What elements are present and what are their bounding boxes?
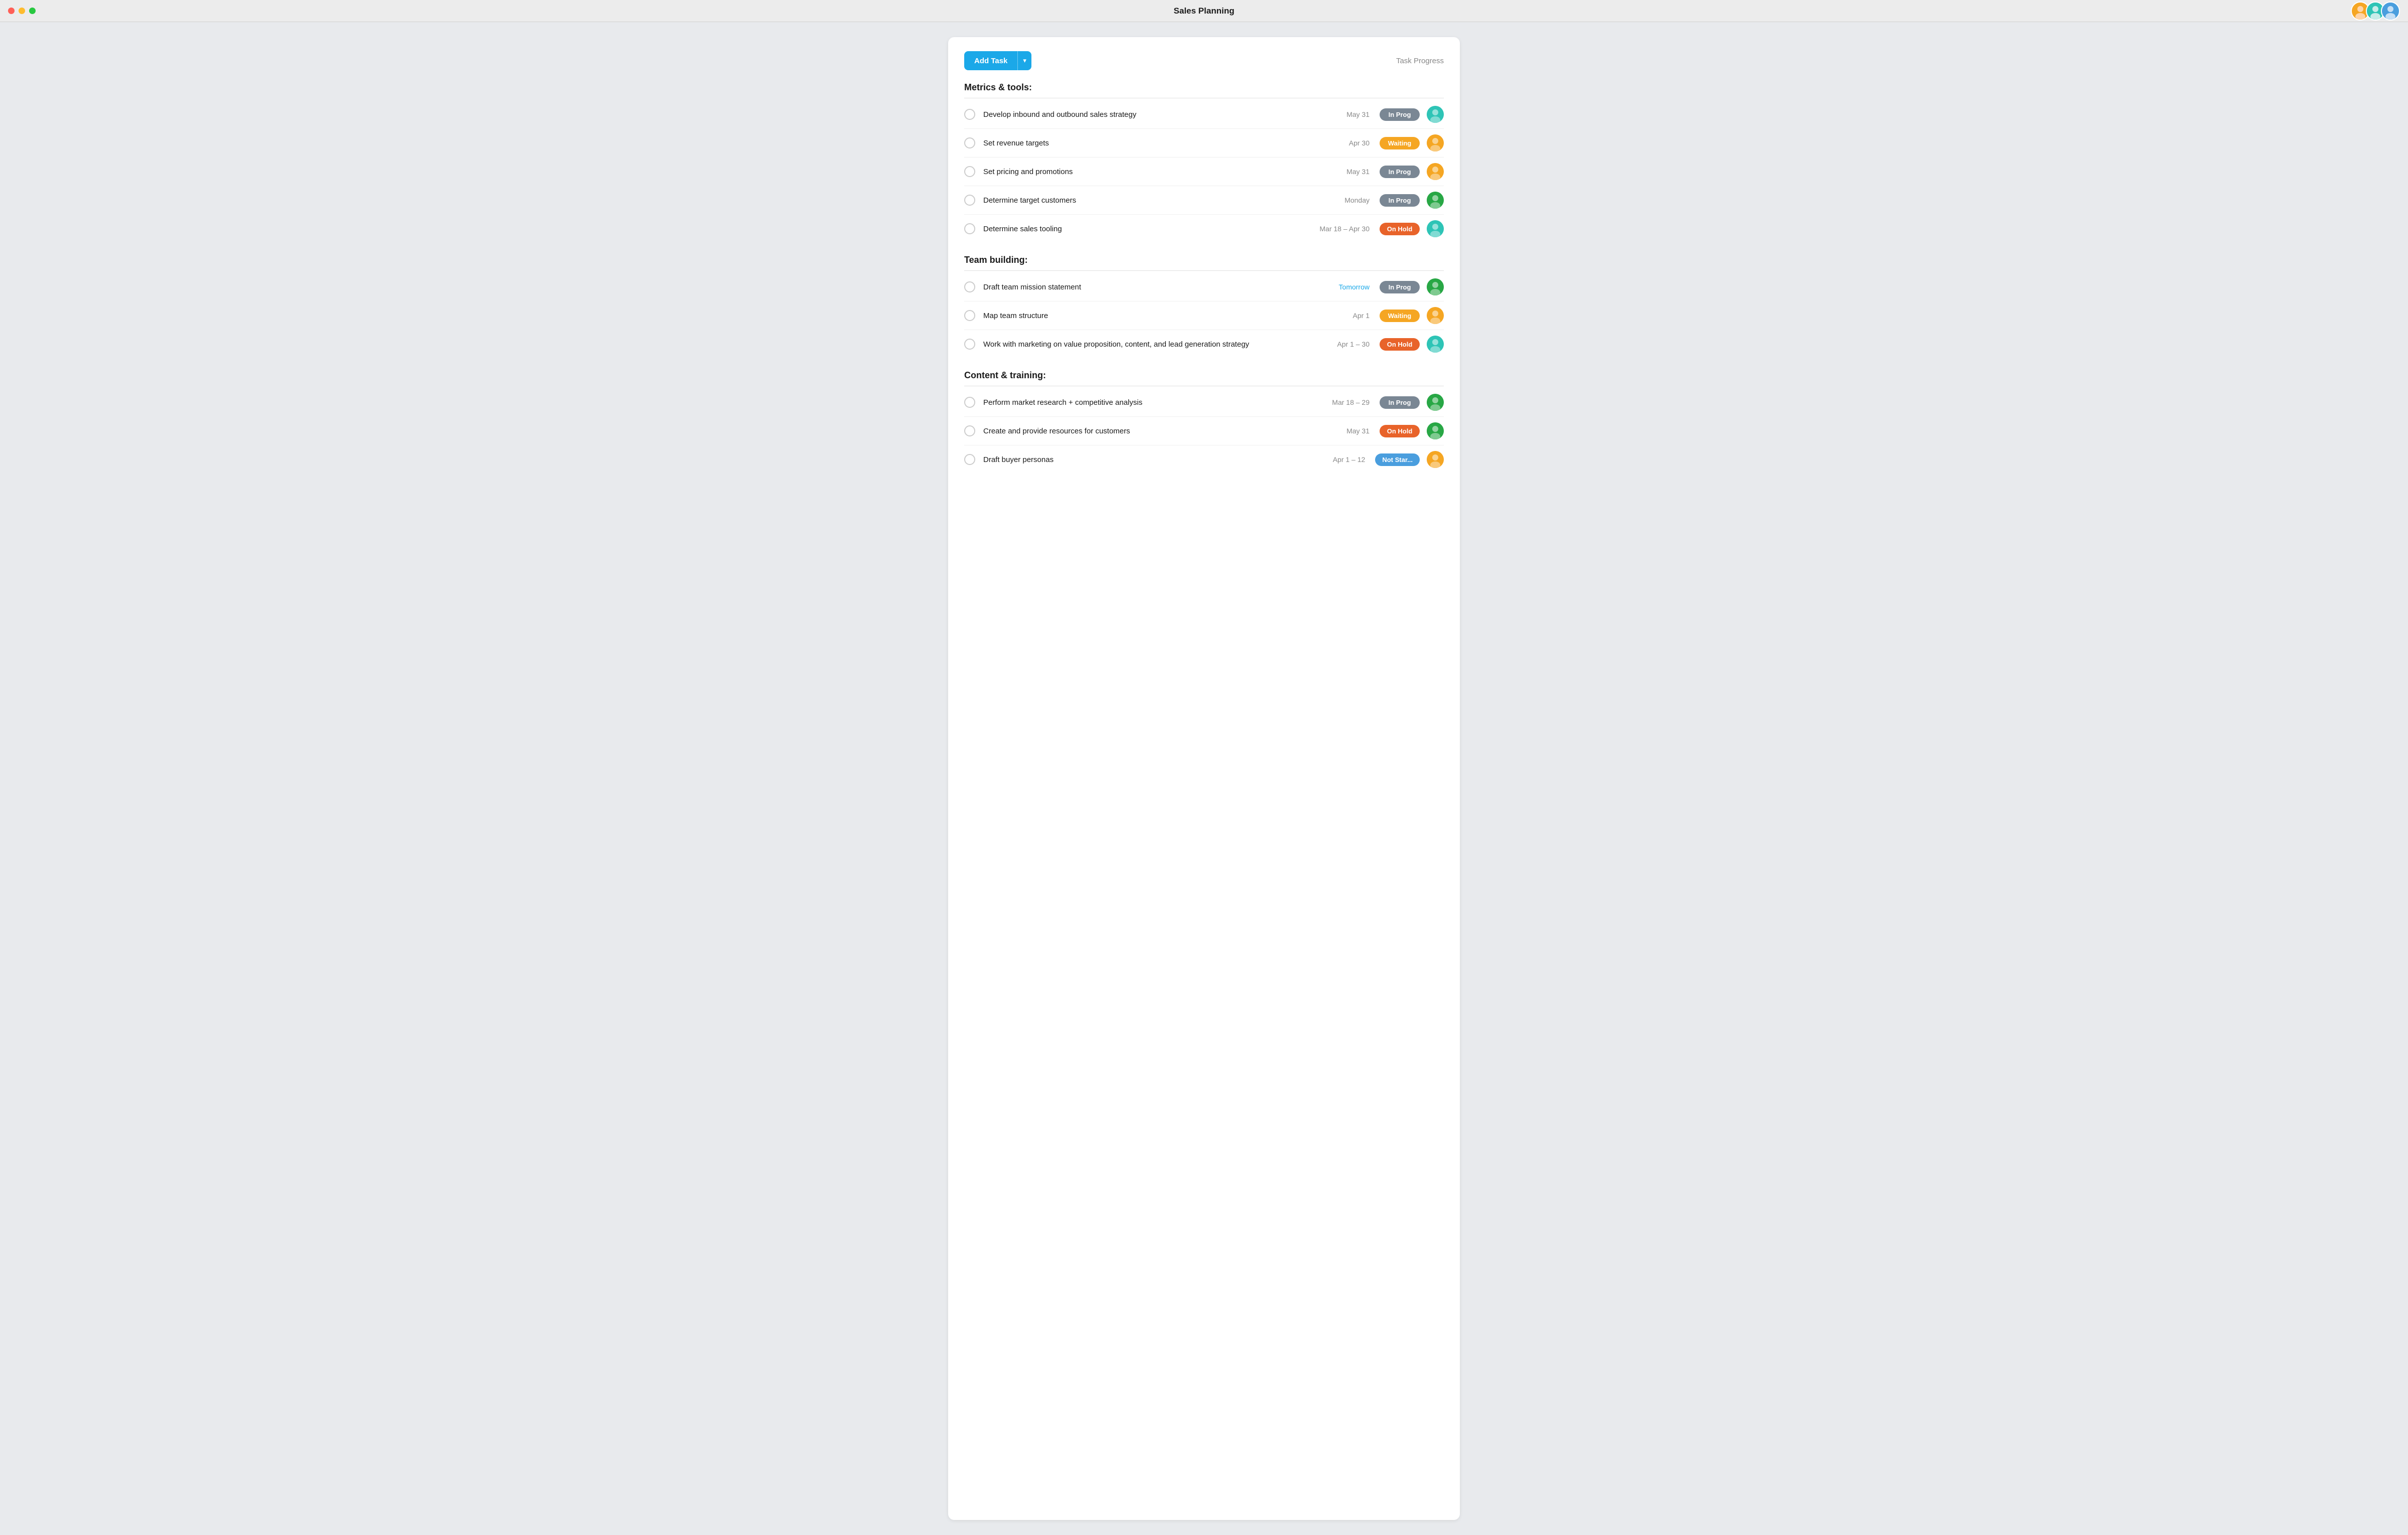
status-badge: In Prog — [1380, 108, 1420, 121]
task-date: Mar 18 – Apr 30 — [1314, 225, 1370, 233]
task-row: Set revenue targetsApr 30 Waiting — [964, 129, 1444, 158]
add-task-group[interactable]: Add Task ▾ — [964, 51, 1031, 70]
avatar — [1427, 134, 1444, 151]
task-name: Perform market research + competitive an… — [983, 398, 1314, 407]
section-content: Content & training: Perform market resear… — [964, 370, 1444, 474]
task-date: Apr 1 — [1314, 312, 1370, 320]
sections-container: Metrics & tools: Develop inbound and outb… — [964, 82, 1444, 474]
task-date: May 31 — [1314, 168, 1370, 176]
avatar — [1427, 192, 1444, 209]
section-header-content: Content & training: — [964, 370, 1444, 386]
task-checkbox[interactable] — [964, 454, 975, 465]
task-date: May 31 — [1314, 427, 1370, 435]
traffic-lights — [8, 8, 36, 14]
page-title: Sales Planning — [1174, 6, 1235, 16]
task-name: Create and provide resources for custome… — [983, 427, 1314, 435]
add-task-button[interactable]: Add Task — [964, 51, 1017, 70]
add-task-dropdown-button[interactable]: ▾ — [1017, 51, 1031, 70]
task-row: Map team structureApr 1 Waiting — [964, 301, 1444, 330]
avatar — [1427, 106, 1444, 123]
task-row: Work with marketing on value proposition… — [964, 330, 1444, 358]
task-date: Apr 1 – 12 — [1310, 455, 1365, 464]
task-name: Map team structure — [983, 312, 1314, 320]
avatar-user-3[interactable] — [2381, 2, 2400, 21]
avatar — [1427, 163, 1444, 180]
section-header-teambuilding: Team building: — [964, 255, 1444, 271]
task-row: Perform market research + competitive an… — [964, 388, 1444, 417]
task-row: Develop inbound and outbound sales strat… — [964, 100, 1444, 129]
task-checkbox[interactable] — [964, 397, 975, 408]
task-name: Set pricing and promotions — [983, 168, 1314, 176]
task-date: Apr 1 – 30 — [1314, 340, 1370, 348]
task-row: Determine target customersMonday In Prog — [964, 186, 1444, 215]
status-badge: In Prog — [1380, 281, 1420, 293]
status-badge: On Hold — [1380, 338, 1420, 351]
task-row: Set pricing and promotionsMay 31 In Prog — [964, 158, 1444, 186]
task-checkbox[interactable] — [964, 281, 975, 292]
task-checkbox[interactable] — [964, 339, 975, 350]
task-date: May 31 — [1314, 110, 1370, 118]
task-checkbox[interactable] — [964, 109, 975, 120]
status-badge: On Hold — [1380, 223, 1420, 235]
status-badge: Not Star... — [1375, 453, 1420, 466]
section-metrics: Metrics & tools: Develop inbound and outb… — [964, 82, 1444, 243]
close-button[interactable] — [8, 8, 15, 14]
main-content: Add Task ▾ Task Progress Metrics & tools… — [0, 22, 2408, 1535]
section-teambuilding: Team building: Draft team mission stateme… — [964, 255, 1444, 358]
task-checkbox[interactable] — [964, 310, 975, 321]
task-checkbox[interactable] — [964, 166, 975, 177]
task-checkbox[interactable] — [964, 195, 975, 206]
status-badge: In Prog — [1380, 396, 1420, 409]
task-name: Draft team mission statement — [983, 283, 1314, 291]
title-bar: Sales Planning — [0, 0, 2408, 22]
avatar — [1427, 220, 1444, 237]
task-card: Add Task ▾ Task Progress Metrics & tools… — [948, 37, 1460, 1520]
task-checkbox[interactable] — [964, 223, 975, 234]
task-progress-label: Task Progress — [1396, 57, 1444, 65]
avatar — [1427, 278, 1444, 295]
task-name: Set revenue targets — [983, 139, 1314, 147]
status-badge: In Prog — [1380, 194, 1420, 207]
top-avatars — [2355, 2, 2400, 21]
task-name: Determine target customers — [983, 196, 1314, 205]
task-name: Work with marketing on value proposition… — [983, 340, 1314, 349]
task-date: Mar 18 – 29 — [1314, 398, 1370, 406]
task-date: Apr 30 — [1314, 139, 1370, 147]
avatar — [1427, 422, 1444, 439]
task-checkbox[interactable] — [964, 425, 975, 436]
avatar — [1427, 336, 1444, 353]
task-row: Draft buyer personasApr 1 – 12 Not Star..… — [964, 445, 1444, 474]
avatar — [1427, 307, 1444, 324]
task-date: Monday — [1314, 196, 1370, 204]
task-date: Tomorrow — [1314, 283, 1370, 291]
task-row: Draft team mission statementTomorrow In P… — [964, 273, 1444, 301]
task-name: Develop inbound and outbound sales strat… — [983, 110, 1314, 119]
avatar — [1427, 394, 1444, 411]
task-checkbox[interactable] — [964, 137, 975, 148]
task-row: Create and provide resources for custome… — [964, 417, 1444, 445]
maximize-button[interactable] — [29, 8, 36, 14]
status-badge: Waiting — [1380, 310, 1420, 322]
card-header: Add Task ▾ Task Progress — [964, 51, 1444, 70]
status-badge: On Hold — [1380, 425, 1420, 437]
section-header-metrics: Metrics & tools: — [964, 82, 1444, 98]
task-name: Determine sales tooling — [983, 225, 1314, 233]
minimize-button[interactable] — [19, 8, 25, 14]
status-badge: Waiting — [1380, 137, 1420, 149]
status-badge: In Prog — [1380, 166, 1420, 178]
task-name: Draft buyer personas — [983, 455, 1310, 464]
avatar — [1427, 451, 1444, 468]
task-row: Determine sales toolingMar 18 – Apr 30 On… — [964, 215, 1444, 243]
